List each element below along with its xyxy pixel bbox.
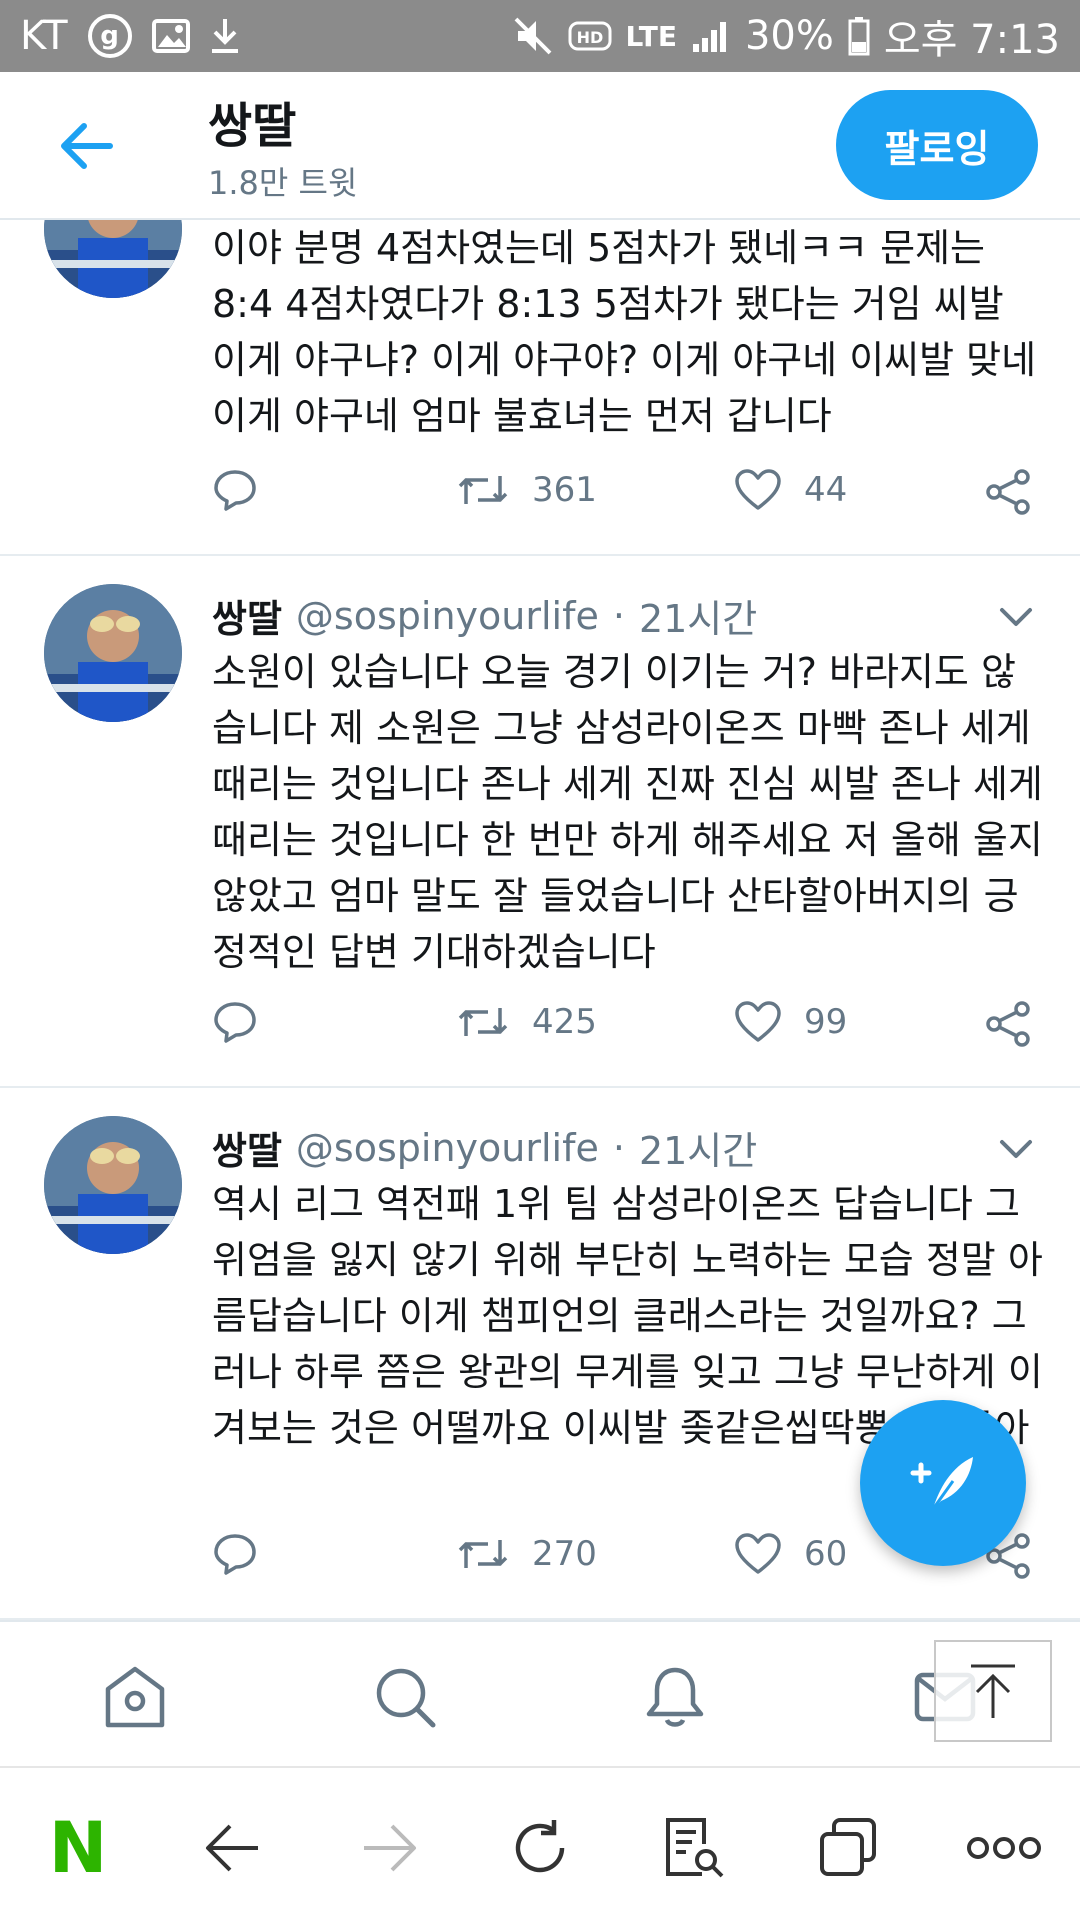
reply-button[interactable]: [212, 468, 258, 512]
network-type: LTE: [625, 19, 677, 53]
gallery-icon: [151, 19, 190, 53]
home-icon: [105, 1666, 165, 1728]
retweet-count: 270: [532, 1534, 597, 1574]
avatar[interactable]: [44, 584, 182, 722]
tabs-button[interactable]: [808, 1808, 888, 1888]
separator-dot: ·: [612, 593, 625, 638]
page-title: 쌍딸: [208, 98, 297, 154]
separator-dot: ·: [612, 1125, 625, 1170]
share-icon: [986, 469, 1030, 515]
retweet-icon: [458, 1008, 508, 1036]
bell-icon: [646, 1667, 704, 1727]
arrow-left-icon: [206, 1824, 258, 1872]
naver-home-button[interactable]: N: [38, 1807, 118, 1889]
retweet-count: 425: [532, 1002, 597, 1042]
avatar[interactable]: [44, 1116, 182, 1254]
following-button[interactable]: 팔로잉: [836, 90, 1038, 200]
compose-feather-icon: [910, 1457, 973, 1510]
tweet-actions: 425 99: [0, 1000, 1080, 1060]
reply-button[interactable]: [212, 1000, 258, 1044]
status-bar: KT g HD LTE 30% 오후 7:13: [0, 0, 1080, 72]
signal-icon: [691, 18, 731, 54]
like-button[interactable]: 99: [734, 1000, 847, 1044]
chevron-down-icon: [1000, 1140, 1032, 1158]
avatar[interactable]: [44, 220, 182, 298]
refresh-button[interactable]: [500, 1808, 580, 1888]
reply-icon: [214, 1534, 256, 1575]
tab-home[interactable]: [100, 1662, 170, 1732]
heart-icon: [735, 1533, 781, 1574]
hd-icon: HD: [568, 19, 612, 53]
tweet-count: 1.8만 트윗: [208, 164, 358, 202]
compose-tweet-button[interactable]: [860, 1400, 1026, 1566]
reply-icon: [214, 470, 256, 511]
timestamp: 21시간: [638, 1129, 758, 1173]
download-icon: [210, 17, 240, 55]
svg-text:HD: HD: [576, 28, 603, 47]
retweet-icon: [458, 476, 508, 504]
back-button[interactable]: [56, 118, 116, 174]
tweet-text: 이야 분명 4점차였는데 5점차가 됐네ㅋㅋ 문제는 8:4 4점차였다가 8:…: [212, 226, 1037, 438]
share-button[interactable]: [984, 468, 1032, 516]
tweet-header: 쌍딸 @sospinyourlife · 21시간: [212, 1120, 757, 1175]
arrow-right-icon: [364, 1824, 416, 1872]
retweet-button[interactable]: 361: [456, 468, 597, 512]
tweet-item[interactable]: 쌍딸 @sospinyourlife · 21시간 소원이 있습니다 오늘 경기…: [0, 558, 1080, 1088]
timestamp: 21시간: [638, 597, 758, 641]
handle[interactable]: @sospinyourlife: [296, 594, 599, 638]
clock: 오후 7:13: [883, 17, 1060, 63]
display-name[interactable]: 쌍딸: [212, 588, 282, 643]
retweet-button[interactable]: 425: [456, 1000, 597, 1044]
mute-icon: [514, 17, 554, 55]
tabs-icon: [820, 1818, 876, 1876]
bottom-tab-bar: [0, 1620, 1080, 1766]
scroll-to-top-button[interactable]: [934, 1640, 1052, 1742]
tab-search[interactable]: [370, 1662, 440, 1732]
arrow-left-icon: [61, 123, 113, 169]
browser-forward-button[interactable]: [350, 1808, 430, 1888]
carrier-label: KT: [20, 13, 68, 59]
tweet-text: 소원이 있습니다 오늘 경기 이기는 거? 바라지도 않습니다 제 소원은 그냥…: [212, 650, 1043, 974]
reader-mode-button[interactable]: [654, 1808, 734, 1888]
g-app-icon: g: [87, 14, 132, 58]
like-count: 44: [804, 470, 848, 510]
document-search-icon: [666, 1818, 724, 1878]
chevron-down-icon: [1000, 608, 1032, 626]
arrow-up-icon: [971, 1664, 1015, 1718]
retweet-count: 361: [532, 470, 597, 510]
profile-header: 쌍딸 1.8만 트윗 팔로잉: [0, 72, 1080, 220]
tweet-actions: 361 44: [0, 468, 1080, 528]
retweet-button[interactable]: 270: [456, 1532, 597, 1576]
browser-back-button[interactable]: [192, 1808, 272, 1888]
heart-icon: [735, 1001, 781, 1042]
share-button[interactable]: [984, 1000, 1032, 1048]
handle[interactable]: @sospinyourlife: [296, 1126, 599, 1170]
like-button[interactable]: 44: [734, 468, 847, 512]
battery-percent: 30%: [744, 13, 834, 59]
more-dots-icon: [967, 1837, 1041, 1859]
refresh-icon: [515, 1820, 565, 1873]
more-options-button[interactable]: [996, 602, 1036, 632]
retweet-icon: [458, 1540, 508, 1568]
heart-icon: [735, 469, 781, 510]
tab-notifications[interactable]: [640, 1662, 710, 1732]
share-icon: [986, 1001, 1030, 1047]
like-count: 60: [804, 1534, 848, 1574]
battery-icon: [848, 16, 870, 56]
like-count: 99: [804, 1002, 848, 1042]
display-name[interactable]: 쌍딸: [212, 1120, 282, 1175]
reply-button[interactable]: [212, 1532, 258, 1576]
reply-icon: [214, 1002, 256, 1043]
more-options-button[interactable]: [996, 1134, 1036, 1164]
more-menu-button[interactable]: [964, 1808, 1044, 1888]
tweet-item[interactable]: 이야 분명 4점차였는데 5점차가 됐네ㅋㅋ 문제는 8:4 4점차였다가 8:…: [0, 220, 1080, 556]
browser-toolbar: N: [0, 1766, 1080, 1920]
search-icon: [376, 1668, 436, 1728]
tweet-header: 쌍딸 @sospinyourlife · 21시간: [212, 588, 757, 643]
like-button[interactable]: 60: [734, 1532, 847, 1576]
